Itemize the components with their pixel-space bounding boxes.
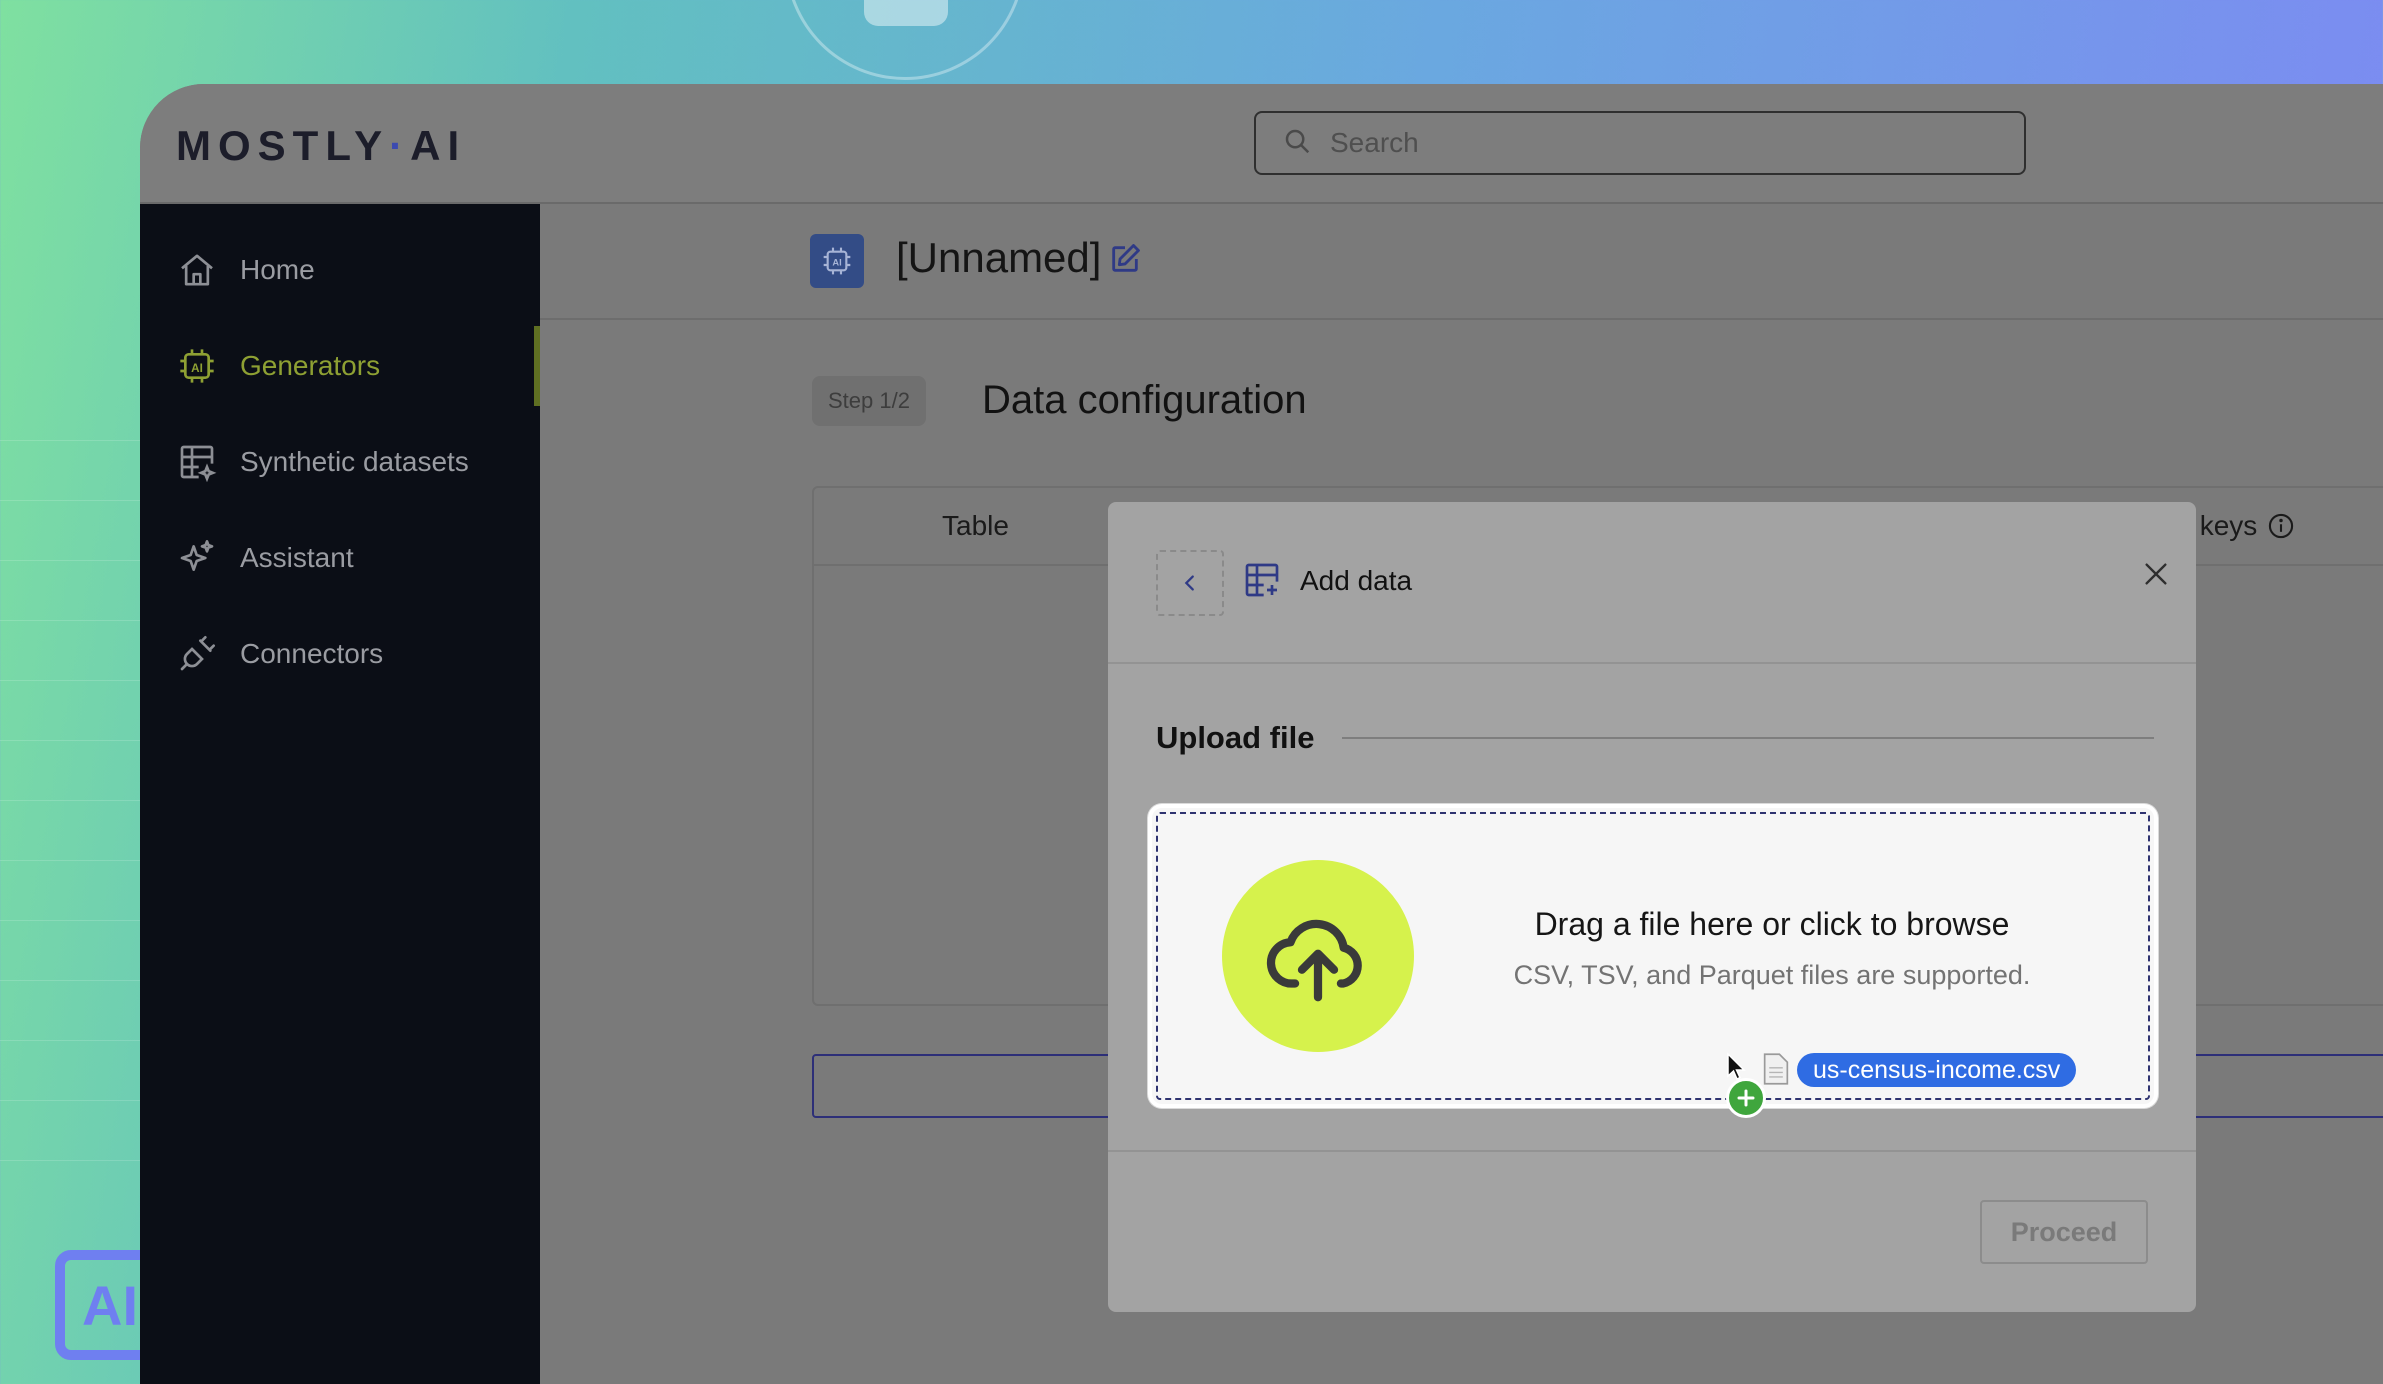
- sidebar-item-label: Connectors: [240, 638, 384, 669]
- sidebar-item-assistant[interactable]: Assistant: [176, 528, 536, 588]
- upload-file-heading: Upload file: [1156, 720, 1315, 755]
- info-icon[interactable]: [2267, 512, 2295, 540]
- step-badge: Step 1/2: [812, 376, 926, 426]
- sidebar-item-generators[interactable]: AI Generators: [176, 336, 536, 396]
- svg-text:AI: AI: [832, 258, 841, 268]
- svg-text:AI: AI: [191, 362, 203, 375]
- sidebar-item-connectors[interactable]: Connectors: [176, 624, 536, 684]
- sidebar: Home AI Generators Synthetic datasets As…: [140, 204, 540, 1384]
- proceed-button[interactable]: Proceed: [1980, 1200, 2148, 1264]
- home-icon: [176, 249, 218, 291]
- table-sparkle-icon: [176, 441, 218, 483]
- section-title: Data configuration: [982, 378, 1307, 422]
- sidebar-item-label: Home: [240, 254, 315, 285]
- background-bulb-cap: [864, 0, 948, 26]
- title-row: AI [Unnamed]: [540, 204, 2383, 320]
- logo[interactable]: MOSTLY·AI: [176, 122, 466, 170]
- sidebar-item-label: Synthetic datasets: [240, 446, 469, 477]
- page-title: [Unnamed]: [896, 234, 1102, 281]
- close-icon[interactable]: [2136, 554, 2176, 594]
- sidebar-item-label: Assistant: [240, 542, 354, 573]
- sidebar-item-synthetic-datasets[interactable]: Synthetic datasets: [176, 432, 536, 492]
- modal-title: Add data: [1300, 565, 1413, 596]
- search-input[interactable]: [1330, 127, 1990, 159]
- sidebar-item-home[interactable]: Home: [176, 240, 536, 300]
- dragged-file-name: us-census-income.csv: [1797, 1053, 2077, 1087]
- top-bar: MOSTLY·AI: [140, 84, 2383, 204]
- file-icon: [1762, 1052, 1790, 1091]
- plus-icon: [1726, 1078, 1766, 1118]
- column-header-table: Table: [942, 510, 1009, 541]
- sidebar-item-label: Generators: [240, 350, 381, 381]
- table-add-icon: [1242, 560, 1282, 605]
- sparkle-icon: [176, 537, 218, 579]
- search-box[interactable]: [1254, 111, 2026, 175]
- add-data-modal: Add data Upload file Drag a file here or…: [1108, 502, 2196, 1312]
- ai-chip-icon: AI: [176, 345, 218, 387]
- divider: [1108, 1150, 2196, 1152]
- plug-icon: [176, 633, 218, 675]
- divider: [1342, 737, 2154, 739]
- cloud-upload-icon: [1222, 860, 1414, 1052]
- edit-icon[interactable]: [1108, 242, 1142, 281]
- modal-header: Add data: [1108, 502, 2196, 664]
- background-grid: [0, 440, 150, 1180]
- chevron-left-icon: [1184, 575, 1194, 591]
- dropzone-title: Drag a file here or click to browse: [1534, 906, 2010, 942]
- dropzone-subtitle: CSV, TSV, and Parquet files are supporte…: [1513, 960, 2031, 990]
- search-icon: [1282, 126, 1312, 161]
- back-button[interactable]: [1156, 550, 1224, 616]
- ai-chip-icon: AI: [810, 234, 864, 288]
